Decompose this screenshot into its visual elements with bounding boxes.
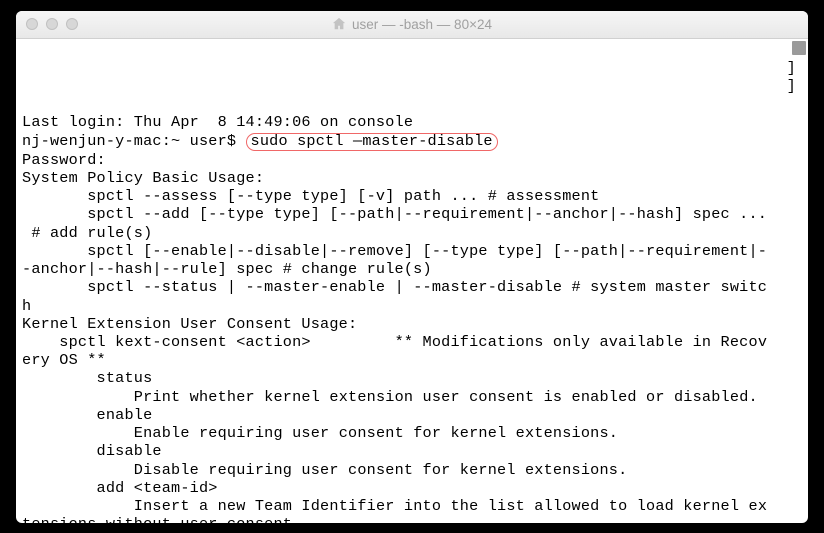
terminal-line: Insert a new Team Identifier into the li… [22, 497, 802, 515]
terminal-line: spctl --status | --master-enable | --mas… [22, 278, 802, 296]
terminal-line: Last login: Thu Apr 8 14:49:06 on consol… [22, 113, 802, 131]
minimize-button[interactable] [46, 18, 58, 30]
window-title: user — -bash — 80×24 [332, 17, 492, 32]
close-button[interactable] [26, 18, 38, 30]
bracket-icon: ] [787, 59, 796, 77]
terminal-line: enable [22, 406, 802, 424]
window-title-text: user — -bash — 80×24 [352, 17, 492, 32]
terminal-line: spctl --add [--type type] [--path|--requ… [22, 205, 802, 223]
terminal-line: add <team-id> [22, 479, 802, 497]
terminal-line: Enable requiring user consent for kernel… [22, 424, 802, 442]
terminal-line: spctl kext-consent <action> ** Modificat… [22, 333, 802, 351]
bracket-icon: ] [787, 77, 796, 95]
terminal-line: # add rule(s) [22, 224, 802, 242]
terminal-line: -anchor|--hash|--rule] spec # change rul… [22, 260, 802, 278]
terminal-line: spctl [--enable|--disable|--remove] [--t… [22, 242, 802, 260]
terminal-line: status [22, 369, 802, 387]
terminal-line: nj-wenjun-y-mac:~ user$ sudo spctl —mast… [22, 132, 802, 151]
prompt-text: nj-wenjun-y-mac:~ user$ [22, 132, 246, 150]
terminal-line: Disable requiring user consent for kerne… [22, 461, 802, 479]
home-icon [332, 17, 346, 31]
terminal-line: disable [22, 442, 802, 460]
terminal-line: Password: [22, 151, 802, 169]
terminal-line: spctl --assess [--type type] [-v] path .… [22, 187, 802, 205]
scroll-indicator[interactable] [792, 41, 806, 55]
terminal-line: System Policy Basic Usage: [22, 169, 802, 187]
terminal-line: Print whether kernel extension user cons… [22, 388, 802, 406]
titlebar: user — -bash — 80×24 [16, 11, 808, 39]
terminal-content[interactable]: ] ] Last login: Thu Apr 8 14:49:06 on co… [16, 39, 808, 523]
highlighted-command: sudo spctl —master-disable [246, 133, 498, 151]
terminal-window: user — -bash — 80×24 ] ] Last login: Thu… [16, 11, 808, 523]
traffic-lights [26, 18, 78, 30]
zoom-button[interactable] [66, 18, 78, 30]
terminal-line: Kernel Extension User Consent Usage: [22, 315, 802, 333]
terminal-line: h [22, 297, 802, 315]
terminal-line: tensions without user consent. [22, 515, 802, 522]
terminal-line: ery OS ** [22, 351, 802, 369]
